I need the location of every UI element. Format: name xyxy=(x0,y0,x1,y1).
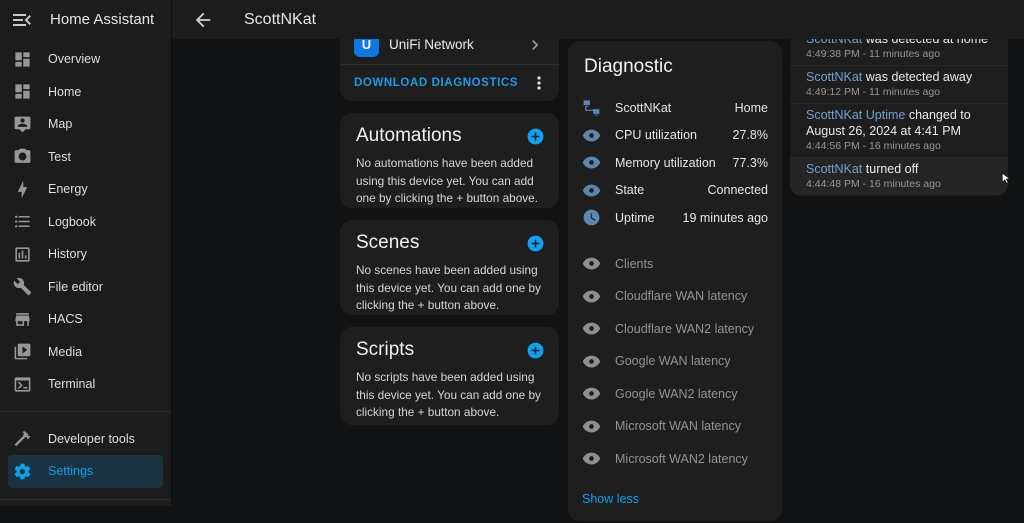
logbook-timestamp: 4:44:48 PM - 16 minutes ago xyxy=(806,178,941,190)
view-dashboard-icon xyxy=(13,50,32,69)
entity-row-memory[interactable]: Memory utilization 77.3% xyxy=(568,149,782,177)
add-scene-button[interactable] xyxy=(526,234,545,253)
menu-toggle-icon[interactable] xyxy=(10,8,34,32)
app-header: ScottNKat xyxy=(172,0,1024,39)
view-dashboard-icon xyxy=(13,82,32,101)
entity-row-uptime[interactable]: Uptime 19 minutes ago xyxy=(568,204,782,232)
eye-icon xyxy=(582,384,601,403)
entity-row-microsoft-wan[interactable]: Microsoft WAN latency xyxy=(568,410,782,443)
eye-icon xyxy=(582,181,601,200)
lan-connect-icon xyxy=(582,98,601,117)
back-arrow-icon[interactable] xyxy=(192,9,214,31)
entity-row-clients[interactable]: Clients xyxy=(568,248,782,281)
sidebar-item-test[interactable]: Test xyxy=(8,141,163,174)
add-automation-button[interactable] xyxy=(526,127,545,146)
automations-title: Automations xyxy=(356,125,462,146)
clock-icon xyxy=(582,208,601,227)
console-icon xyxy=(13,375,32,394)
sidebar-item-energy[interactable]: Energy xyxy=(8,173,163,206)
sidebar: Home Assistant Overview Home Map Test En… xyxy=(0,0,172,506)
download-diagnostics-row: DOWNLOAD DIAGNOSTICS xyxy=(340,65,559,101)
show-less-link[interactable]: Show less xyxy=(568,475,653,523)
entity-row-microsoft-wan2[interactable]: Microsoft WAN2 latency xyxy=(568,443,782,476)
eye-icon xyxy=(582,126,601,145)
eye-icon xyxy=(582,352,601,371)
sidebar-nav: Overview Home Map Test Energy Logbook Hi… xyxy=(0,39,171,488)
sidebar-item-terminal[interactable]: Terminal xyxy=(8,368,163,401)
app-title: Home Assistant xyxy=(50,11,155,28)
eye-icon xyxy=(582,449,601,468)
logbook-entry: ScottNKat turned off 4:44:48 PM - 16 min… xyxy=(790,158,1008,195)
logbook-timestamp: 4:49:38 PM - 11 minutes ago xyxy=(806,48,941,60)
sidebar-item-map[interactable]: Map xyxy=(8,108,163,141)
automations-empty-text: No automations have been added using thi… xyxy=(356,156,538,206)
logbook-timestamp: 4:44:56 PM - 16 minutes ago xyxy=(806,140,941,152)
mouse-cursor xyxy=(1000,172,1014,190)
scenes-empty-text: No scenes have been added using this dev… xyxy=(356,263,541,313)
lightning-bolt-icon xyxy=(13,180,32,199)
tooltip-account-icon xyxy=(13,115,32,134)
diagnostic-card: Diagnostic ScottNKat Home CPU utilizatio… xyxy=(568,41,782,521)
sidebar-item-developer-tools[interactable]: Developer tools xyxy=(8,423,163,456)
logbook-card: ScottNKat was detected at home 4:49:38 P… xyxy=(790,20,1008,196)
chart-box-icon xyxy=(13,245,32,264)
logbook-entry: ScottNKat was detected away 4:49:12 PM -… xyxy=(790,66,1008,104)
sidebar-item-hacs[interactable]: HACS xyxy=(8,303,163,336)
entity-row-google-wan2[interactable]: Google WAN2 latency xyxy=(568,378,782,411)
sidebar-item-history[interactable]: History xyxy=(8,238,163,271)
scripts-empty-text: No scripts have been added using this de… xyxy=(356,370,541,420)
eye-icon xyxy=(582,254,601,273)
entity-row-cloudflare-wan[interactable]: Cloudflare WAN latency xyxy=(568,280,782,313)
integration-name: UniFi Network xyxy=(389,37,474,52)
diagnostic-title: Diagnostic xyxy=(584,56,673,77)
eye-icon xyxy=(582,417,601,436)
sidebar-item-settings[interactable]: Settings xyxy=(8,455,163,488)
gear-icon xyxy=(13,462,32,481)
format-list-bulleted-icon xyxy=(13,212,32,231)
automations-card: Automations No automations have been add… xyxy=(340,113,559,208)
sidebar-item-logbook[interactable]: Logbook xyxy=(8,206,163,239)
entity-row-google-wan[interactable]: Google WAN latency xyxy=(568,345,782,378)
scripts-card: Scripts No scripts have been added using… xyxy=(340,327,559,425)
storefront-icon xyxy=(13,310,32,329)
add-script-button[interactable] xyxy=(526,341,545,360)
entity-row-cpu[interactable]: CPU utilization 27.8% xyxy=(568,122,782,150)
sidebar-divider xyxy=(0,410,171,412)
logbook-timestamp: 4:49:12 PM - 11 minutes ago xyxy=(806,86,941,98)
scenes-title: Scenes xyxy=(356,232,420,253)
scenes-card: Scenes No scenes have been added using t… xyxy=(340,220,559,315)
eye-icon xyxy=(582,319,601,338)
download-diagnostics-button[interactable]: DOWNLOAD DIAGNOSTICS xyxy=(354,77,518,89)
page-title: ScottNKat xyxy=(244,10,317,28)
sidebar-item-file-editor[interactable]: File editor xyxy=(8,271,163,304)
logbook-entity-link[interactable]: ScottNKat xyxy=(806,70,862,84)
wrench-icon xyxy=(13,277,32,296)
play-box-multiple-icon xyxy=(13,342,32,361)
camera-icon xyxy=(13,147,32,166)
sidebar-footer-divider xyxy=(0,499,171,506)
scripts-title: Scripts xyxy=(356,339,415,360)
logbook-entry: ScottNKat Uptime changed to August 26, 2… xyxy=(790,104,1008,158)
eye-icon xyxy=(582,287,601,306)
entity-row-cloudflare-wan2[interactable]: Cloudflare WAN2 latency xyxy=(568,313,782,346)
sidebar-item-media[interactable]: Media xyxy=(8,336,163,369)
logbook-entity-link[interactable]: ScottNKat Uptime xyxy=(806,108,905,122)
sidebar-item-overview[interactable]: Overview xyxy=(8,43,163,76)
entity-row-state[interactable]: State Connected xyxy=(568,177,782,205)
dots-vertical-icon[interactable] xyxy=(529,73,549,93)
hammer-icon xyxy=(13,429,32,448)
sidebar-header: Home Assistant xyxy=(0,0,171,39)
logbook-entity-link[interactable]: ScottNKat xyxy=(806,162,862,176)
sidebar-item-home[interactable]: Home xyxy=(8,76,163,109)
entity-row-scottnkat[interactable]: ScottNKat Home xyxy=(568,94,782,122)
eye-icon xyxy=(582,153,601,172)
